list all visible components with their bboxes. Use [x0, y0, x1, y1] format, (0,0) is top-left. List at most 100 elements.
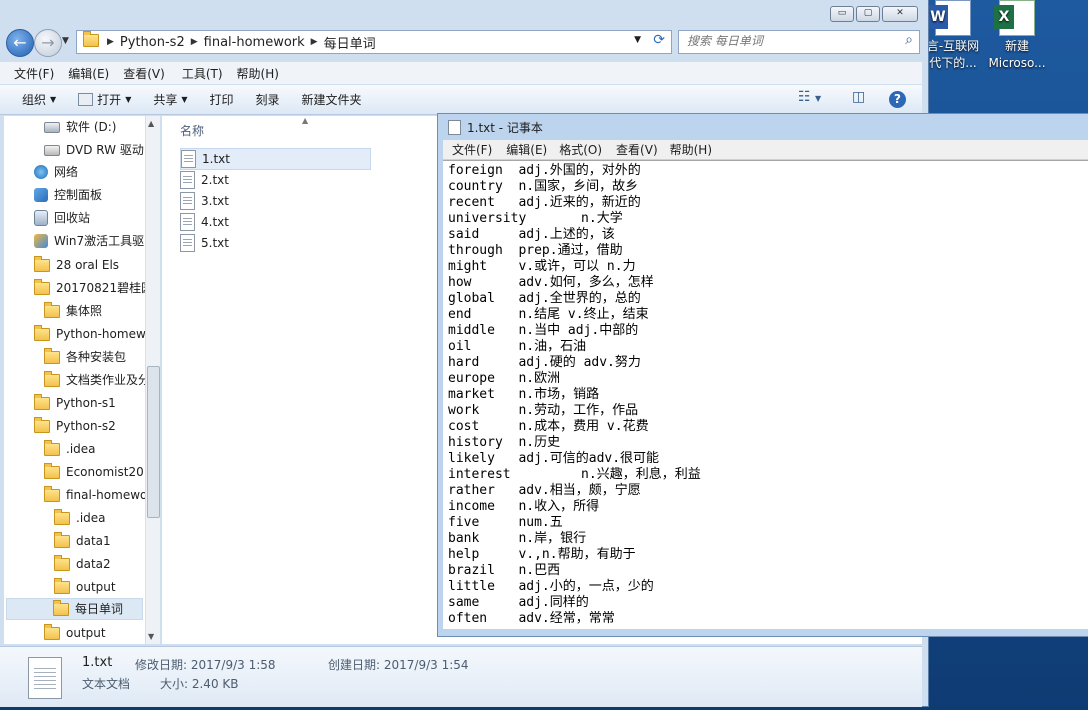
address-history-dropdown[interactable]: ▼: [634, 35, 641, 45]
nav-item-network[interactable]: 网络: [34, 161, 78, 183]
nav-item-control-panel[interactable]: 控制面板: [34, 184, 102, 206]
menu-help[interactable]: 帮助(H): [230, 65, 286, 82]
open-document-icon: [78, 93, 94, 106]
notepad-menu-help[interactable]: 帮助(H): [664, 141, 718, 158]
nav-item-folder[interactable]: 集体照: [44, 300, 102, 322]
folder-icon: [44, 623, 60, 640]
nav-item-win7-tool[interactable]: Win7激活工具驱: [34, 230, 144, 252]
file-row[interactable]: 5.txt: [180, 233, 229, 253]
sort-ascending-icon: ▲: [302, 116, 309, 125]
nav-item-folder[interactable]: .idea: [44, 438, 96, 460]
notepad-menu-view[interactable]: 查看(V): [608, 141, 664, 158]
open-button[interactable]: 打开 ▼: [67, 91, 142, 108]
nav-item-folder[interactable]: 28 oral Els: [34, 254, 119, 276]
scrollbar-thumb[interactable]: [147, 366, 160, 518]
breadcrumb-separator-icon[interactable]: ▶: [191, 37, 198, 47]
nav-item-folder[interactable]: 各种安装包: [44, 346, 126, 368]
desktop-icon-label: 新建: [1004, 39, 1029, 53]
scroll-down-icon[interactable]: ▼: [148, 632, 154, 641]
file-row[interactable]: 3.txt: [180, 191, 229, 211]
search-icon[interactable]: ⌕: [905, 32, 913, 48]
help-icon[interactable]: ?: [889, 91, 906, 108]
search-box[interactable]: ⌕: [678, 30, 920, 54]
folder-icon: [44, 370, 60, 387]
nav-item-label: 各种安装包: [66, 350, 127, 364]
recent-pages-dropdown[interactable]: ▼: [62, 36, 69, 46]
nav-item-label: 集体照: [66, 304, 103, 318]
burn-button[interactable]: 刻录: [245, 91, 291, 108]
nav-item-folder[interactable]: 文档类作业及分: [44, 369, 150, 391]
forward-button[interactable]: →: [34, 29, 62, 57]
excel-document-icon: X: [994, 0, 1035, 36]
nav-item-selected-folder[interactable]: 每日单词: [6, 598, 143, 620]
explorer-titlebar[interactable]: ▭ ▢ ✕: [0, 0, 928, 26]
notepad-text-area[interactable]: foreign adj.外国的，对外的 country n.国家，乡间，故乡 r…: [443, 160, 1088, 629]
organize-button[interactable]: 组织 ▼: [0, 91, 67, 108]
notepad-menu-format[interactable]: 格式(O): [553, 141, 608, 158]
folder-icon: [44, 347, 60, 364]
share-button[interactable]: 共享 ▼: [142, 91, 198, 108]
nav-item-label: .idea: [66, 442, 96, 456]
folder-icon: [34, 255, 50, 272]
file-row[interactable]: 4.txt: [180, 212, 229, 232]
nav-item-folder[interactable]: final-homewo: [44, 484, 147, 506]
file-row[interactable]: 1.txt: [180, 148, 371, 170]
nav-item-dvd-drive[interactable]: DVD RW 驱动: [44, 139, 144, 161]
nav-item-folder[interactable]: data2: [54, 553, 111, 575]
change-view-icon[interactable]: ☷ ▼: [798, 89, 821, 105]
close-button[interactable]: ✕: [882, 6, 918, 22]
nav-item-folder[interactable]: Python-s1: [34, 392, 116, 414]
network-icon: [34, 165, 48, 179]
nav-item-folder[interactable]: output: [54, 576, 116, 598]
nav-item-folder[interactable]: Python-homewo: [34, 323, 153, 345]
address-bar[interactable]: ▶ Python-s2 ▶ final-homework ▶ 每日单词 ▼ ⟳: [76, 30, 672, 54]
nav-item-label: output: [76, 580, 116, 594]
dropdown-arrow-icon: ▼: [181, 95, 188, 104]
minimize-button[interactable]: ▭: [830, 6, 854, 22]
nav-item-folder[interactable]: Python-s2: [34, 415, 116, 437]
nav-item-recycle-bin[interactable]: 回收站: [34, 207, 90, 229]
back-button[interactable]: ←: [6, 29, 34, 57]
preview-pane-icon[interactable]: ◫: [852, 89, 865, 105]
file-name: 2.txt: [201, 173, 229, 187]
search-input[interactable]: [679, 31, 887, 51]
folder-icon: [77, 30, 99, 51]
breadcrumb-current-folder[interactable]: 每日单词: [318, 33, 382, 52]
breadcrumb-python-s2[interactable]: Python-s2: [114, 35, 191, 50]
notepad-title: 1.txt - 记事本: [467, 121, 543, 135]
notepad-titlebar[interactable]: 1.txt - 记事本: [448, 119, 543, 136]
print-button[interactable]: 打印: [199, 91, 245, 108]
scroll-up-icon[interactable]: ▲: [148, 119, 154, 128]
nav-item-folder[interactable]: .idea: [54, 507, 106, 529]
nav-item-drive-d[interactable]: 软件 (D:): [44, 116, 116, 138]
refresh-icon[interactable]: ⟳: [653, 32, 665, 48]
folder-icon: [34, 324, 50, 341]
breadcrumb-separator-icon[interactable]: ▶: [99, 37, 114, 47]
nav-item-folder[interactable]: Economist201: [44, 461, 151, 483]
column-header-name[interactable]: 名称: [180, 122, 204, 139]
breadcrumb-separator-icon[interactable]: ▶: [311, 37, 318, 47]
maximize-button[interactable]: ▢: [856, 6, 880, 22]
details-modified-date: 修改日期: 2017/9/3 1:58: [135, 658, 276, 672]
folder-icon: [34, 416, 50, 433]
desktop-excel-shortcut[interactable]: X 新建 Microso...: [976, 0, 1058, 72]
text-file-icon: [180, 192, 195, 210]
nav-item-folder[interactable]: output: [44, 622, 106, 644]
menu-file[interactable]: 文件(F): [0, 65, 61, 82]
file-row[interactable]: 2.txt: [180, 170, 229, 190]
nav-item-label: Win7激活工具驱: [54, 234, 145, 248]
menu-tools[interactable]: 工具(T): [172, 65, 230, 82]
nav-item-folder[interactable]: data1: [54, 530, 111, 552]
new-folder-button[interactable]: 新建文件夹: [291, 91, 373, 108]
details-file-name: 1.txt: [82, 655, 113, 670]
navigation-scrollbar[interactable]: ▲ ▼: [145, 116, 160, 644]
notepad-menu-edit[interactable]: 编辑(E): [498, 141, 553, 158]
menu-edit[interactable]: 编辑(E): [61, 65, 116, 82]
folder-icon: [34, 278, 50, 295]
menu-view[interactable]: 查看(V): [116, 65, 172, 82]
breadcrumb-final-homework[interactable]: final-homework: [198, 35, 311, 50]
text-file-icon: [28, 657, 62, 699]
notepad-menu-file[interactable]: 文件(F): [443, 141, 498, 158]
nav-item-folder[interactable]: 20170821碧桂园: [34, 277, 153, 299]
nav-item-label: Python-homewo: [56, 327, 154, 341]
